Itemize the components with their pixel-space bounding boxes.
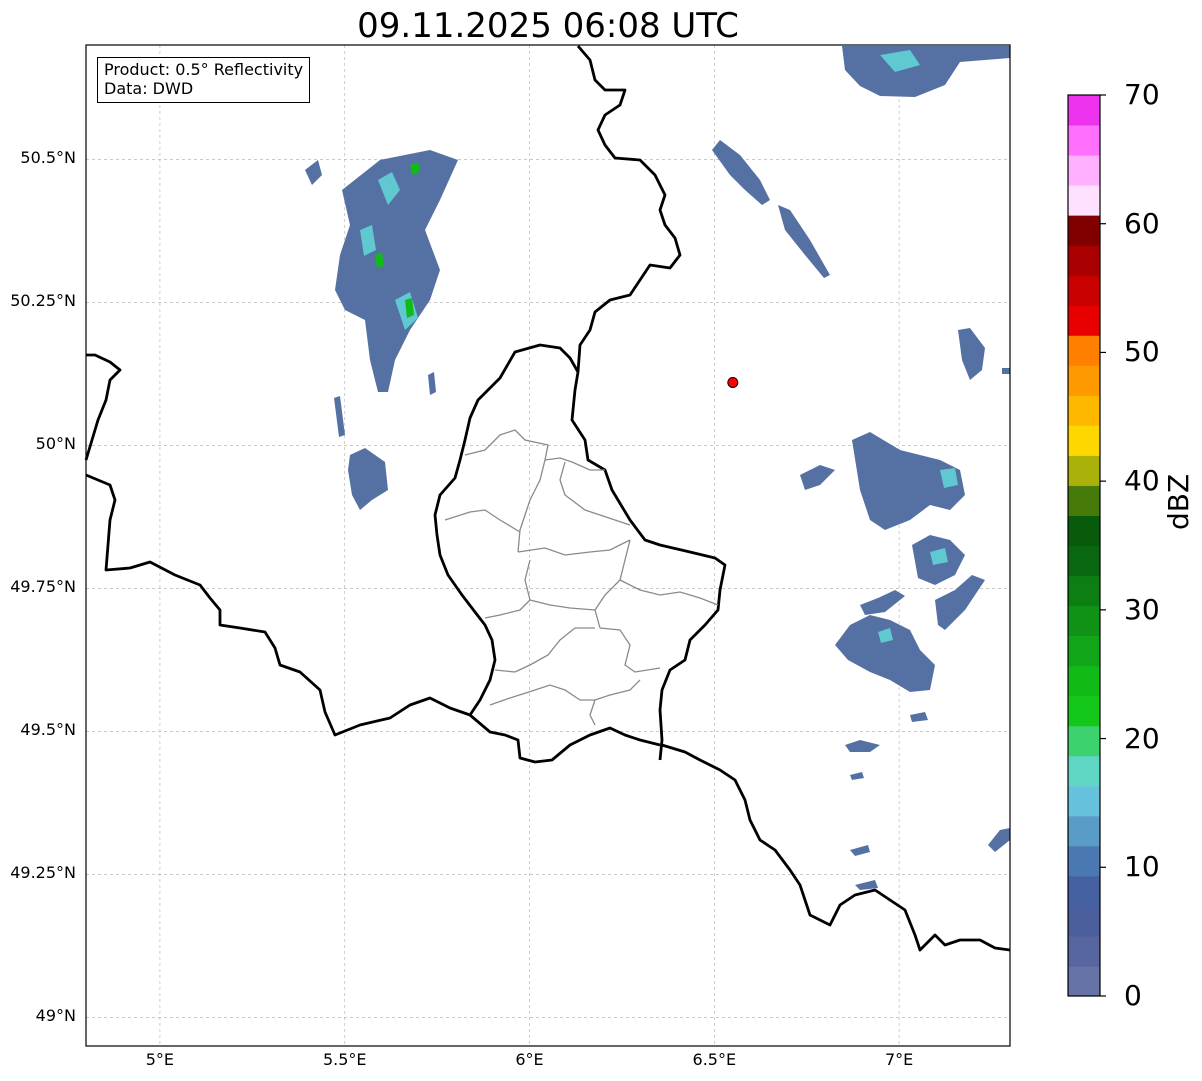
lon-tick-label: 5.5°E: [322, 1050, 367, 1069]
product-label: Product: 0.5° Reflectivity: [104, 60, 304, 79]
colorbar-swatch: [1068, 395, 1100, 426]
echo-cluster-northeast: [712, 46, 1010, 380]
colorbar-swatch: [1068, 815, 1100, 847]
colorbar-swatch: [1068, 575, 1100, 607]
colorbar-swatch: [1068, 245, 1100, 276]
colorbar-swatch: [1068, 785, 1100, 817]
colorbar-tick-marks: [1100, 94, 1106, 997]
colorbar-swatch: [1068, 185, 1100, 216]
colorbar-tick-label: 20: [1124, 721, 1160, 755]
lat-tick-label: 50.5°N: [20, 148, 76, 168]
colorbar-tick-label: 0: [1124, 979, 1142, 1012]
colorbar-tick-label: 40: [1124, 464, 1160, 498]
colorbar-swatch: [1068, 695, 1100, 727]
lon-tick-label: 6°E: [515, 1050, 544, 1069]
lat-tick-label: 49.5°N: [20, 720, 76, 740]
lon-tick-label: 5°E: [145, 1050, 175, 1069]
colorbar-swatch: [1068, 425, 1100, 456]
colorbar-swatch: [1068, 365, 1100, 396]
colorbar-swatch: [1068, 935, 1100, 967]
colorbar-swatch: [1068, 845, 1100, 877]
colorbar-tick-label: 10: [1124, 850, 1160, 884]
colorbar-tick-label: 70: [1124, 78, 1160, 111]
colorbar-swatch: [1068, 725, 1100, 757]
colorbar-swatch: [1068, 305, 1100, 336]
colorbar-swatch: [1068, 605, 1100, 637]
colorbar-swatch: [1068, 905, 1100, 937]
radar-site-marker: [727, 376, 739, 388]
lat-tick-label: 50.25°N: [10, 291, 76, 311]
colorbar-tick-label: 30: [1124, 592, 1160, 626]
colorbar-swatch: [1068, 215, 1100, 246]
lat-tick-label: 49.25°N: [10, 863, 76, 883]
echo-cluster-northwest: [305, 150, 458, 510]
colorbar-swatch: [1068, 755, 1100, 787]
colorbar-swatch: [1068, 635, 1100, 667]
info-box: Product: 0.5° Reflectivity Data: DWD: [97, 57, 311, 103]
colorbar-swatch: [1068, 515, 1100, 546]
colorbar-swatch: [1068, 125, 1100, 156]
echo-cluster-east: [800, 368, 1010, 890]
lat-tick-label: 49°N: [35, 1006, 76, 1026]
colorbar-swatch: [1068, 155, 1100, 186]
colorbar-tick-label: 60: [1124, 206, 1160, 240]
lon-tick-label: 7°E: [884, 1050, 914, 1069]
gridlines: [86, 45, 1010, 1046]
lon-tick-label: 6.5°E: [692, 1050, 737, 1069]
radar-map: [84, 44, 1106, 1047]
colorbar-swatch: [1068, 335, 1100, 366]
colorbar-swatch: [1068, 965, 1100, 997]
map-frame: [85, 44, 1011, 1047]
colorbar-swatch: [1068, 665, 1100, 697]
colorbar-swatch: [1068, 875, 1100, 907]
colorbar-swatch: [1068, 455, 1100, 486]
colorbar: [1067, 94, 1101, 997]
colorbar-swatch: [1068, 485, 1100, 516]
lat-tick-label: 50°N: [35, 434, 76, 454]
colorbar-unit-label: dBZ: [1162, 473, 1195, 530]
colorbar-tick-label: 50: [1124, 335, 1160, 369]
colorbar-swatch: [1068, 95, 1100, 126]
lux-internal-borders: [444, 429, 719, 726]
data-source-label: Data: DWD: [104, 79, 194, 98]
colorbar-swatch: [1068, 545, 1100, 577]
radar-echoes: [305, 46, 1010, 890]
lat-tick-label: 49.75°N: [10, 577, 76, 597]
colorbar-swatch: [1068, 275, 1100, 306]
